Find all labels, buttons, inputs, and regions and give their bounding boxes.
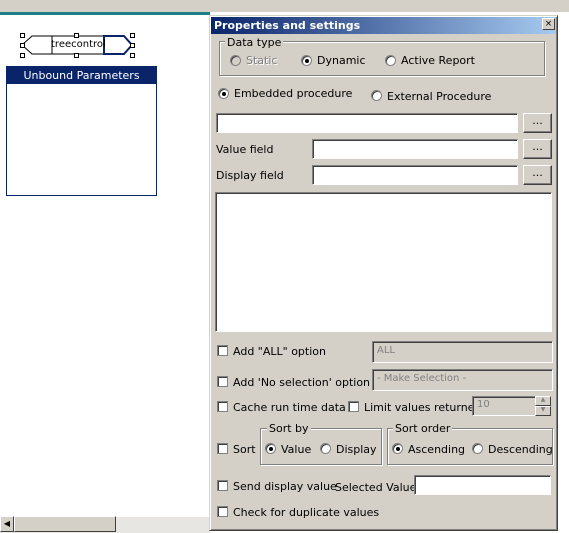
radio-static[interactable] xyxy=(230,55,241,66)
add-all-label: Add "ALL" option xyxy=(233,345,326,358)
duplicates-label: Check for duplicate values xyxy=(233,506,380,519)
radio-descending[interactable] xyxy=(472,443,483,454)
sort-by-legend: Sort by xyxy=(267,422,311,435)
descending-label: Descending xyxy=(488,443,553,456)
value-field-input[interactable] xyxy=(312,139,518,159)
sort-by-display-label: Display xyxy=(336,443,377,456)
value-field-browse-button[interactable]: ... xyxy=(523,139,552,159)
active-report-label: Active Report xyxy=(401,54,475,67)
radio-dot-icon xyxy=(305,59,309,63)
radio-external-procedure[interactable] xyxy=(371,90,382,101)
unbound-parameters-title: Unbound Parameters xyxy=(7,67,156,84)
radio-dynamic[interactable] xyxy=(301,55,312,66)
procedure-input[interactable] xyxy=(216,113,518,133)
top-toolbar-strip xyxy=(0,0,569,12)
sort-checkbox[interactable] xyxy=(217,443,228,454)
sort-by-value-label: Value xyxy=(281,443,312,456)
selected-value-input[interactable] xyxy=(414,475,551,495)
radio-sort-by-value[interactable] xyxy=(265,443,276,454)
embedded-procedure-label: Embedded procedure xyxy=(234,87,353,100)
limit-values-label: Limit values returned xyxy=(364,401,482,414)
close-icon[interactable]: × xyxy=(542,18,555,30)
add-all-checkbox[interactable] xyxy=(217,345,228,356)
sort-order-legend: Sort order xyxy=(393,422,453,435)
radio-dot-icon xyxy=(222,92,226,96)
spin-up-icon[interactable]: ▲ xyxy=(535,396,551,406)
duplicates-checkbox[interactable] xyxy=(217,506,228,517)
radio-ascending[interactable] xyxy=(392,443,403,454)
display-field-browse-button[interactable]: ... xyxy=(523,165,552,185)
display-field-label: Display field xyxy=(216,169,284,182)
radio-embedded-procedure[interactable] xyxy=(218,88,229,99)
radio-active-report[interactable] xyxy=(385,55,396,66)
external-procedure-label: External Procedure xyxy=(387,90,492,103)
static-label: Static xyxy=(246,54,278,67)
sql-textarea[interactable] xyxy=(215,192,552,332)
limit-values-checkbox[interactable] xyxy=(348,401,359,412)
cache-label: Cache run time data xyxy=(233,401,346,414)
radio-sort-by-display[interactable] xyxy=(320,443,331,454)
add-no-selection-label: Add 'No selection' option xyxy=(233,376,371,389)
sort-label: Sort xyxy=(233,443,256,456)
dynamic-label: Dynamic xyxy=(317,54,366,67)
scrollbar-thumb[interactable] xyxy=(14,516,116,532)
limit-values-input[interactable]: 10 xyxy=(472,396,536,416)
spin-down-icon[interactable]: ▼ xyxy=(535,406,551,416)
send-display-checkbox[interactable] xyxy=(217,480,228,491)
data-type-legend: Data type xyxy=(225,36,284,49)
selected-value-label: Selected Value xyxy=(335,481,417,494)
cache-checkbox[interactable] xyxy=(217,401,228,412)
canvas-accent-line xyxy=(0,12,210,15)
ascending-label: Ascending xyxy=(408,443,466,456)
value-field-label: Value field xyxy=(216,143,274,156)
send-display-label: Send display value xyxy=(233,480,337,493)
radio-dot-icon xyxy=(396,447,400,451)
display-field-input[interactable] xyxy=(312,165,518,185)
procedure-browse-button[interactable]: ... xyxy=(523,113,552,133)
no-selection-text-input[interactable]: - Make Selection - xyxy=(372,369,553,391)
scroll-left-arrow-icon[interactable]: ◀ xyxy=(0,516,14,532)
unbound-parameters-panel[interactable] xyxy=(6,66,157,196)
add-no-selection-checkbox[interactable] xyxy=(217,376,228,387)
dialog-title[interactable]: Properties and settings xyxy=(211,17,556,34)
tree-control-label: treecontrol xyxy=(51,39,106,50)
add-all-text-input[interactable]: ALL xyxy=(372,341,553,363)
radio-dot-icon xyxy=(269,447,273,451)
